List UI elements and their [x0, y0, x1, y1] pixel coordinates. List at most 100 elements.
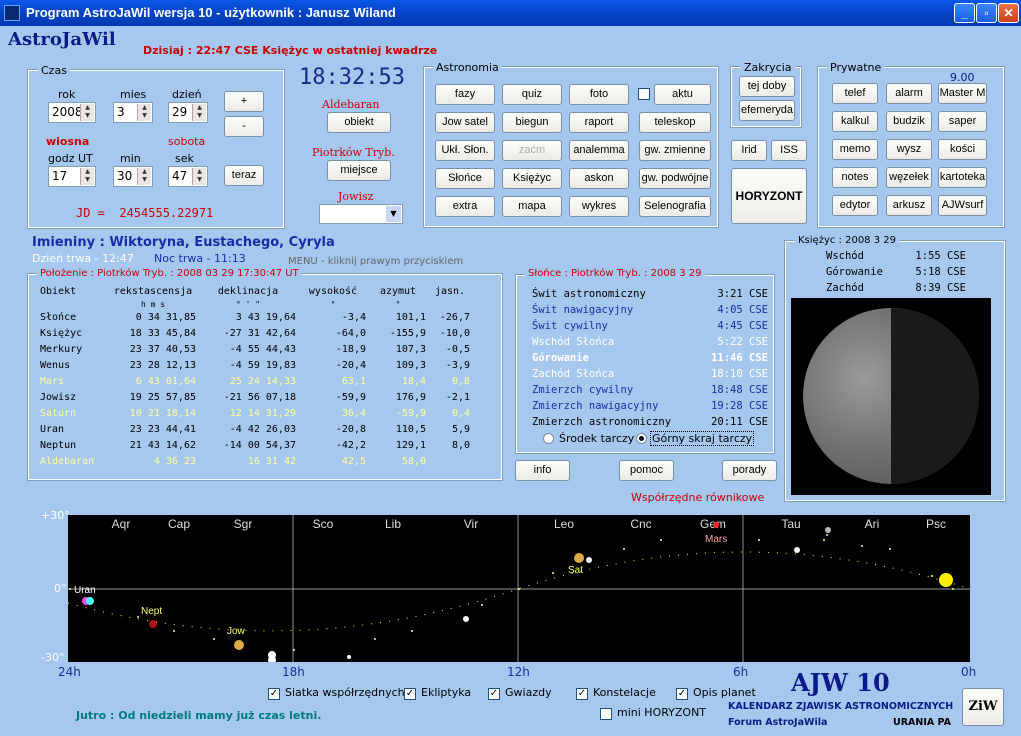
- prywatne-button-12[interactable]: edytor: [832, 195, 878, 216]
- y-top-label: +30°: [41, 509, 70, 522]
- planet-marker: [825, 527, 831, 533]
- prywatne-button-8[interactable]: kości: [938, 139, 987, 160]
- constellation-label: Ari: [865, 517, 880, 531]
- planet-label: Sat: [568, 565, 583, 576]
- astro-button-0[interactable]: fazy: [435, 84, 495, 105]
- miejsce-button[interactable]: miejsce: [327, 160, 391, 181]
- close-button[interactable]: ✕: [998, 3, 1019, 23]
- app-logo: AstroJaWil: [8, 29, 116, 50]
- sek-stepper[interactable]: 47 ▲ ▼: [168, 166, 208, 187]
- astro-button-14[interactable]: askon: [569, 168, 629, 189]
- srodek-radio[interactable]: [543, 433, 554, 444]
- teraz-button[interactable]: teraz: [224, 165, 264, 186]
- star: [660, 539, 662, 541]
- planet-marker: [347, 655, 351, 659]
- table-row[interactable]: Uran 23 23 44,41 -4 42 26,03 -20,8 110,5 5,9: [38, 421, 472, 437]
- table-row[interactable]: Saturn 10 21 18,14 12 14 31,29 36,4 -59,9 0,4: [38, 405, 472, 421]
- minus-button[interactable]: -: [224, 116, 264, 137]
- maximize-button[interactable]: ▫: [976, 3, 997, 23]
- gwiazdy-checkbox[interactable]: ✓: [488, 688, 500, 700]
- astro-button-2[interactable]: foto: [569, 84, 629, 105]
- siatka-checkbox[interactable]: ✓: [268, 688, 280, 700]
- prywatne-button-2[interactable]: Master M: [938, 83, 987, 104]
- prywatne-button-11[interactable]: kartoteka: [938, 167, 987, 188]
- table-row[interactable]: Merkury 23 37 40,53 -4 55 44,43 -18,9 107,3 -…: [38, 341, 472, 357]
- astro-button-19[interactable]: Selenografia: [639, 196, 711, 217]
- astro-button-13[interactable]: Księżyc: [502, 168, 562, 189]
- astro-button-1[interactable]: quiz: [502, 84, 562, 105]
- porady-button[interactable]: porady: [722, 460, 777, 481]
- info-button[interactable]: info: [515, 460, 570, 481]
- table-row[interactable]: Aldebaran 4 36 23 16 31 42 42,5 58,0: [38, 453, 472, 469]
- table-cell: 42,5: [341, 455, 366, 467]
- table-cell: -20,8: [335, 423, 366, 435]
- planet-select[interactable]: ▼: [319, 204, 403, 224]
- prywatne-button-6[interactable]: memo: [832, 139, 878, 160]
- irid-button[interactable]: Irid: [731, 140, 767, 161]
- prywatne-button-13[interactable]: arkusz: [886, 195, 932, 216]
- astro-button-17[interactable]: mapa: [502, 196, 562, 217]
- astro-button-7[interactable]: teleskop: [639, 112, 711, 133]
- tej-doby-button[interactable]: tej doby: [739, 76, 795, 97]
- astro-button-8[interactable]: Ukł. Słon.: [435, 140, 495, 161]
- pomoc-button[interactable]: pomoc: [619, 460, 674, 481]
- table-row[interactable]: Mars 6 43 01,64 25 24 14,33 63,1 18,4 0,8: [38, 373, 472, 389]
- prywatne-button-4[interactable]: budzik: [886, 111, 932, 132]
- prywatne-button-14[interactable]: AJWsurf: [938, 195, 987, 216]
- dzien-stepper[interactable]: 29 ▲ ▼: [168, 102, 208, 123]
- ziw-button[interactable]: ZiW: [962, 688, 1004, 726]
- prywatne-button-9[interactable]: notes: [832, 167, 878, 188]
- aktu-checkbox[interactable]: [638, 88, 650, 100]
- astro-button-11[interactable]: gw. zmienne: [639, 140, 711, 161]
- astro-button-12[interactable]: Słońce: [435, 168, 495, 189]
- mini-horyzont-checkbox[interactable]: [600, 708, 612, 720]
- day-length: Dzień trwa - 12:47: [32, 252, 134, 265]
- horyzont-button[interactable]: HORYZONT: [731, 168, 807, 224]
- mies-stepper[interactable]: 3 ▲ ▼: [113, 102, 153, 123]
- table-cell: 110,5: [395, 423, 426, 435]
- sun-row: Zmierzch astronomiczny 20:11 CSE: [532, 414, 768, 430]
- prywatne-button-1[interactable]: alarm: [886, 83, 932, 104]
- constellation-label: Psc: [926, 517, 946, 531]
- astro-button-5[interactable]: biegun: [502, 112, 562, 133]
- plus-button[interactable]: +: [224, 91, 264, 112]
- gwiazdy-label: Gwiazdy: [505, 686, 552, 699]
- konstelacje-checkbox[interactable]: ✓: [576, 688, 588, 700]
- table-row[interactable]: Księżyc 18 33 45,84 -27 31 42,64 -64,0 -155,…: [38, 325, 472, 341]
- min-stepper[interactable]: 30 ▲ ▼: [113, 166, 153, 187]
- sun-label: Słońce : Piotrków Tryb. : 2008 3 29: [525, 268, 705, 279]
- astro-button-16[interactable]: extra: [435, 196, 495, 217]
- sky-chart[interactable]: Aqr Cap Sgr Sco Lib Vir Leo Cnc Gem Tau Ari Psc Uran…: [68, 515, 970, 662]
- dzien-label: dzień: [172, 88, 202, 101]
- obiekt-button[interactable]: obiekt: [327, 112, 391, 133]
- gorny-radio[interactable]: [636, 433, 647, 444]
- godz-stepper[interactable]: 17 ▲ ▼: [48, 166, 96, 187]
- prywatne-button-0[interactable]: telef: [832, 83, 878, 104]
- table-cell: 63,1: [341, 375, 366, 387]
- planet-marker: [86, 597, 94, 605]
- constellation-label: Gem: [700, 517, 726, 531]
- opis-checkbox[interactable]: ✓: [676, 688, 688, 700]
- astro-button-3[interactable]: aktu: [654, 84, 711, 105]
- prywatne-button-7[interactable]: wysz: [886, 139, 932, 160]
- table-row[interactable]: Wenus 23 28 12,13 -4 59 19,83 -20,4 109,3 -3,…: [38, 357, 472, 373]
- rok-stepper[interactable]: 2008 ▲ ▼: [48, 102, 96, 123]
- astro-button-9[interactable]: zaćm: [502, 140, 562, 161]
- astro-button-6[interactable]: raport: [569, 112, 629, 133]
- efemeryda-button[interactable]: efemeryda: [739, 100, 795, 121]
- astro-button-18[interactable]: wykres: [569, 196, 629, 217]
- prywatne-button-3[interactable]: kalkul: [832, 111, 878, 132]
- astro-button-15[interactable]: gw. podwójne: [639, 168, 711, 189]
- table-row[interactable]: Neptun 21 43 14,62 -14 00 54,37 -42,2 129,1 8…: [38, 437, 472, 453]
- prywatne-button-10[interactable]: węzełek: [886, 167, 932, 188]
- astro-button-10[interactable]: analemma: [569, 140, 629, 161]
- minimize-button[interactable]: _: [954, 3, 975, 23]
- astro-button-4[interactable]: Jow satel: [435, 112, 495, 133]
- iss-button[interactable]: ISS: [771, 140, 807, 161]
- ekliptyka-checkbox[interactable]: ✓: [404, 688, 416, 700]
- prywatne-button-5[interactable]: saper: [938, 111, 987, 132]
- star: [952, 588, 954, 590]
- position-label: Położenie : Piotrków Tryb. : 2008 03 29 …: [37, 268, 302, 279]
- table-row[interactable]: Słońce 0 34 31,85 3 43 19,64 -3,4 101,1 -26,7: [38, 309, 472, 325]
- table-row[interactable]: Jowisz 19 25 57,85 -21 56 07,18 -59,9 176,9 -…: [38, 389, 472, 405]
